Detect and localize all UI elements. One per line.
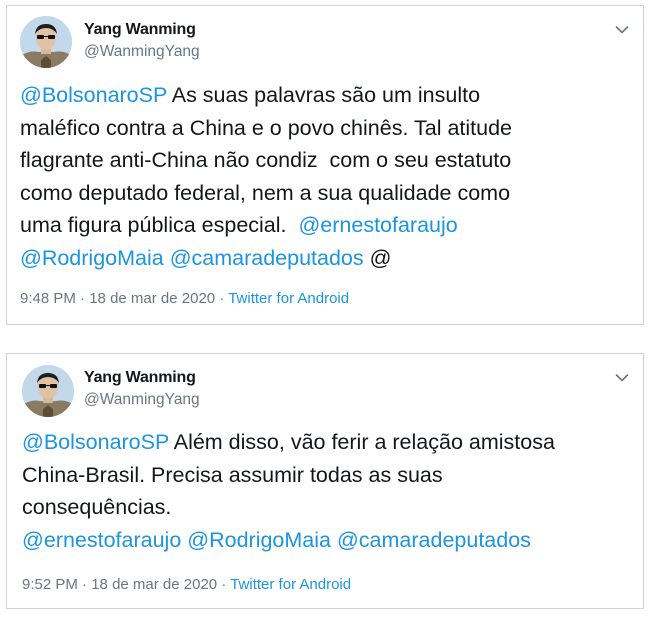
tweet-text-segment: @ <box>363 245 392 270</box>
mention-link[interactable]: @BolsonaroSP <box>22 430 169 454</box>
avatar[interactable] <box>22 365 74 417</box>
avatar[interactable] <box>20 16 72 68</box>
tweet-meta: 9:52 PM · 18 de mar de 2020 · Twitter fo… <box>22 576 351 593</box>
chevron-down-icon[interactable] <box>615 22 629 34</box>
author-name[interactable]: Yang Wanming <box>84 369 196 387</box>
tweet-text-segment: China-Brasil. Precisa assumir todas as s… <box>22 462 443 487</box>
mention-link[interactable]: @ernestofaraujo <box>298 213 457 237</box>
tweet-source-link[interactable]: Twitter for Android <box>228 290 349 307</box>
mention-link[interactable]: @RodrigoMaia <box>20 246 164 270</box>
tweet-time[interactable]: 9:48 PM <box>20 290 76 307</box>
tweet-source-link[interactable]: Twitter for Android <box>230 576 351 593</box>
tweet-card: Yang Wanming @WanmingYang @BolsonaroSP A… <box>6 353 644 609</box>
avatar-photo-icon <box>20 16 72 68</box>
avatar-photo-icon <box>22 365 74 417</box>
tweet-date[interactable]: 18 de mar de 2020 <box>89 290 215 307</box>
author-handle[interactable]: @WanmingYang <box>84 391 200 409</box>
tweet-text: @BolsonaroSP Além disso, vão ferir a rel… <box>22 426 555 556</box>
mention-link[interactable]: @camaradeputados <box>337 528 531 552</box>
tweet-text-segment: uma figura pública especial. <box>20 213 299 237</box>
meta-separator: · <box>217 576 231 593</box>
chevron-down-icon[interactable] <box>615 370 629 382</box>
tweet-text-segment: As suas palavras são um insulto <box>166 83 481 107</box>
tweet-text-line: flagrante anti-China não condiz com o se… <box>20 144 512 177</box>
tweet-text-line: uma figura pública especial. @ernestofar… <box>20 209 512 242</box>
mention-link[interactable]: @BolsonaroSP <box>20 83 167 107</box>
tweet-text-line: China-Brasil. Precisa assumir todas as s… <box>22 459 555 492</box>
tweet-text-line: consequências. <box>22 491 555 524</box>
tweet-text-line: @RodrigoMaia @camaradeputados @ <box>20 242 512 275</box>
tweet-text-segment: maléfico contra a China e o povo chinês.… <box>20 115 513 140</box>
tweet-text-line: @ernestofaraujo @RodrigoMaia @camaradepu… <box>22 524 555 557</box>
mention-link[interactable]: @camaradeputados <box>170 246 364 270</box>
tweet-card: Yang Wanming @WanmingYang @BolsonaroSP A… <box>6 5 644 325</box>
tweet-text-segment: flagrante anti-China não condiz com o se… <box>20 148 512 172</box>
meta-separator: · <box>77 576 92 593</box>
tweet-text-line: como deputado federal, nem a sua qualida… <box>20 177 512 210</box>
tweet-date[interactable]: 18 de mar de 2020 <box>91 576 217 593</box>
tweet-text: @BolsonaroSP As suas palavras são um ins… <box>20 79 512 274</box>
tweet-text-line: maléfico contra a China e o povo chinês.… <box>20 112 512 145</box>
tweet-text-segment: consequências. <box>22 495 172 519</box>
tweet-meta: 9:48 PM · 18 de mar de 2020 · Twitter fo… <box>20 290 349 307</box>
mention-link[interactable]: @RodrigoMaia <box>187 528 331 552</box>
author-name[interactable]: Yang Wanming <box>84 21 196 39</box>
tweet-text-line: @BolsonaroSP As suas palavras são um ins… <box>20 79 512 112</box>
tweet-text-segment: como deputado federal, nem a sua qualida… <box>20 180 511 205</box>
meta-separator: · <box>215 290 229 307</box>
tweet-text-line: @BolsonaroSP Além disso, vão ferir a rel… <box>22 426 555 459</box>
tweet-time[interactable]: 9:52 PM <box>22 576 78 593</box>
mention-link[interactable]: @ernestofaraujo <box>22 528 181 552</box>
meta-separator: · <box>75 290 90 307</box>
tweet-text-segment: Além disso, vão ferir a relação amistosa <box>168 430 555 454</box>
author-handle[interactable]: @WanmingYang <box>84 43 200 61</box>
